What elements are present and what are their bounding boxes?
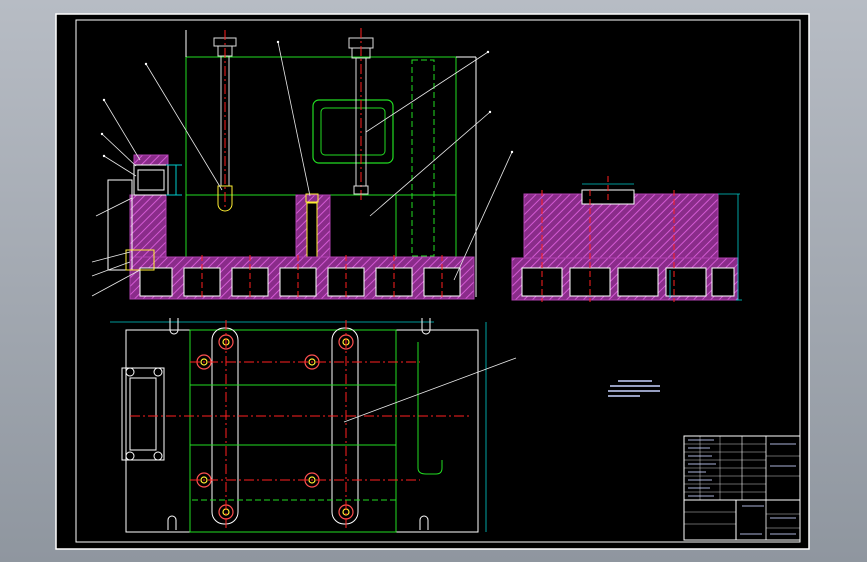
cad-drawing <box>55 13 810 550</box>
cad-viewport[interactable] <box>0 0 867 562</box>
side-section-view <box>511 176 742 302</box>
